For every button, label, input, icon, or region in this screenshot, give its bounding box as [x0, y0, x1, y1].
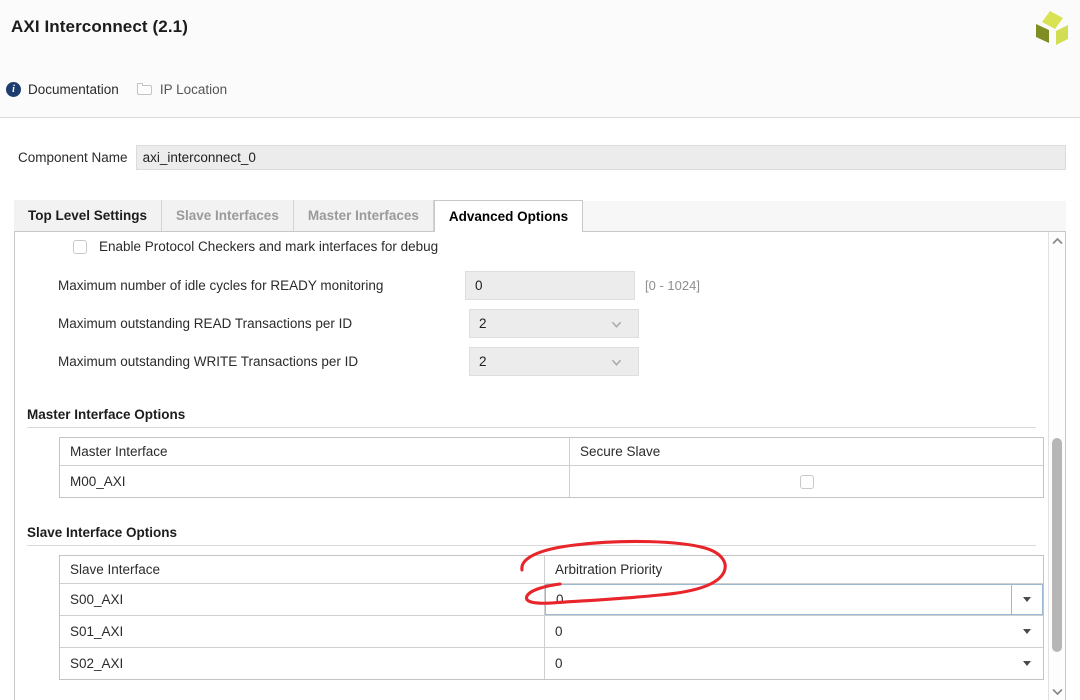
- idle-cycles-input[interactable]: 0: [465, 270, 635, 300]
- table-row[interactable]: M00_AXI: [60, 466, 1043, 497]
- column-header-arbitration-priority: Arbitration Priority: [555, 562, 663, 577]
- master-interface-section-title: Master Interface Options: [27, 407, 186, 422]
- slave-interface-section-title: Slave Interface Options: [27, 525, 178, 540]
- scroll-up-button[interactable]: [1049, 232, 1065, 249]
- idle-cycles-range-hint: [0 - 1024]: [645, 277, 700, 293]
- read-transactions-value: 2: [479, 315, 487, 331]
- ip-location-label: IP Location: [159, 82, 228, 97]
- chevron-down-icon: [612, 321, 621, 328]
- vertical-scrollbar[interactable]: [1048, 232, 1065, 700]
- chevron-down-icon: [1052, 688, 1062, 695]
- tab-bar: Top Level Settings Slave Interfaces Mast…: [14, 200, 1066, 232]
- table-header-row: Master Interface Secure Slave: [60, 438, 1043, 466]
- idle-cycles-label: Maximum number of idle cycles for READY …: [58, 277, 384, 293]
- advanced-options-panel: Enable Protocol Checkers and mark interf…: [14, 232, 1066, 700]
- secure-slave-checkbox[interactable]: [799, 474, 814, 489]
- arbitration-priority-value: 0: [556, 592, 564, 607]
- tab-top-level-settings[interactable]: Top Level Settings: [14, 200, 163, 231]
- xilinx-logo: [1036, 11, 1068, 45]
- chevron-down-icon: [612, 359, 621, 366]
- tab-slave-interfaces[interactable]: Slave Interfaces: [162, 200, 294, 231]
- section-divider: [27, 545, 1036, 546]
- table-row[interactable]: S01_AXI 0: [60, 616, 1043, 648]
- read-transactions-label: Maximum outstanding READ Transactions pe…: [58, 315, 353, 331]
- protocol-checkers-row: Enable Protocol Checkers and mark interf…: [73, 239, 438, 254]
- read-transactions-combo[interactable]: 2: [469, 308, 639, 338]
- documentation-label: Documentation: [28, 82, 119, 97]
- column-header-secure-slave: Secure Slave: [580, 444, 661, 459]
- header-links: i Documentation IP Location: [6, 82, 227, 97]
- write-transactions-combo[interactable]: 2: [469, 346, 639, 376]
- caret-down-icon: [1023, 597, 1031, 602]
- advanced-options-content: Enable Protocol Checkers and mark interf…: [15, 232, 1048, 700]
- scrollbar-thumb[interactable]: [1052, 438, 1062, 652]
- write-transactions-value: 2: [479, 353, 487, 369]
- component-name-input[interactable]: axi_interconnect_0: [135, 144, 1066, 170]
- slave-interface-section: Slave Interface Options: [27, 525, 1036, 546]
- arbitration-priority-value: 0: [555, 624, 563, 639]
- caret-down-icon[interactable]: [1023, 661, 1031, 666]
- caret-down-icon[interactable]: [1023, 629, 1031, 634]
- table-header-row: Slave Interface Arbitration Priority: [60, 556, 1043, 584]
- master-interface-section: Master Interface Options: [27, 407, 1036, 428]
- ip-location-link[interactable]: IP Location: [136, 82, 228, 97]
- write-transactions-label: Maximum outstanding WRITE Transactions p…: [58, 353, 359, 369]
- component-name-label: Component Name: [18, 149, 128, 165]
- secure-slave-cell[interactable]: [570, 466, 1043, 497]
- protocol-checkers-checkbox[interactable]: [73, 239, 87, 254]
- table-row[interactable]: S02_AXI 0: [60, 648, 1043, 679]
- folder-icon: [136, 83, 153, 96]
- column-header-slave-interface: Slave Interface: [60, 556, 545, 583]
- column-header-master-interface: Master Interface: [60, 438, 570, 465]
- tab-master-interfaces[interactable]: Master Interfaces: [293, 200, 434, 231]
- master-interface-name: M00_AXI: [60, 466, 570, 497]
- section-divider: [27, 427, 1036, 428]
- tab-advanced-options[interactable]: Advanced Options: [433, 200, 584, 232]
- idle-cycles-row: Maximum number of idle cycles for READY …: [15, 270, 1035, 300]
- slave-interface-name: S01_AXI: [60, 616, 545, 647]
- dialog-header: AXI Interconnect (2.1) i Documentation I…: [0, 0, 1080, 118]
- slave-interface-table: Slave Interface Arbitration Priority S00…: [59, 555, 1044, 680]
- documentation-link[interactable]: i Documentation: [6, 82, 119, 97]
- arbitration-priority-value: 0: [555, 656, 563, 671]
- protocol-checkers-label: Enable Protocol Checkers and mark interf…: [99, 239, 439, 254]
- chevron-up-icon: [1052, 237, 1062, 244]
- read-transactions-row: Maximum outstanding READ Transactions pe…: [15, 308, 1035, 338]
- arbitration-priority-editor[interactable]: 0: [545, 584, 1043, 615]
- info-icon: i: [6, 82, 21, 97]
- arbitration-priority-dropdown-button[interactable]: [1011, 585, 1042, 614]
- page-title: AXI Interconnect (2.1): [11, 17, 188, 36]
- master-interface-table: Master Interface Secure Slave M00_AXI: [59, 437, 1044, 498]
- write-transactions-row: Maximum outstanding WRITE Transactions p…: [15, 346, 1035, 376]
- slave-interface-name: S02_AXI: [60, 648, 545, 679]
- table-row[interactable]: S00_AXI 0: [60, 584, 1043, 616]
- arbitration-priority-cell[interactable]: 0: [545, 648, 1043, 679]
- component-name-row: Component Name axi_interconnect_0: [0, 140, 1080, 174]
- arbitration-priority-cell[interactable]: 0: [545, 616, 1043, 647]
- ip-customize-dialog: AXI Interconnect (2.1) i Documentation I…: [0, 0, 1080, 700]
- scroll-down-button[interactable]: [1049, 683, 1065, 700]
- slave-interface-name: S00_AXI: [60, 584, 545, 615]
